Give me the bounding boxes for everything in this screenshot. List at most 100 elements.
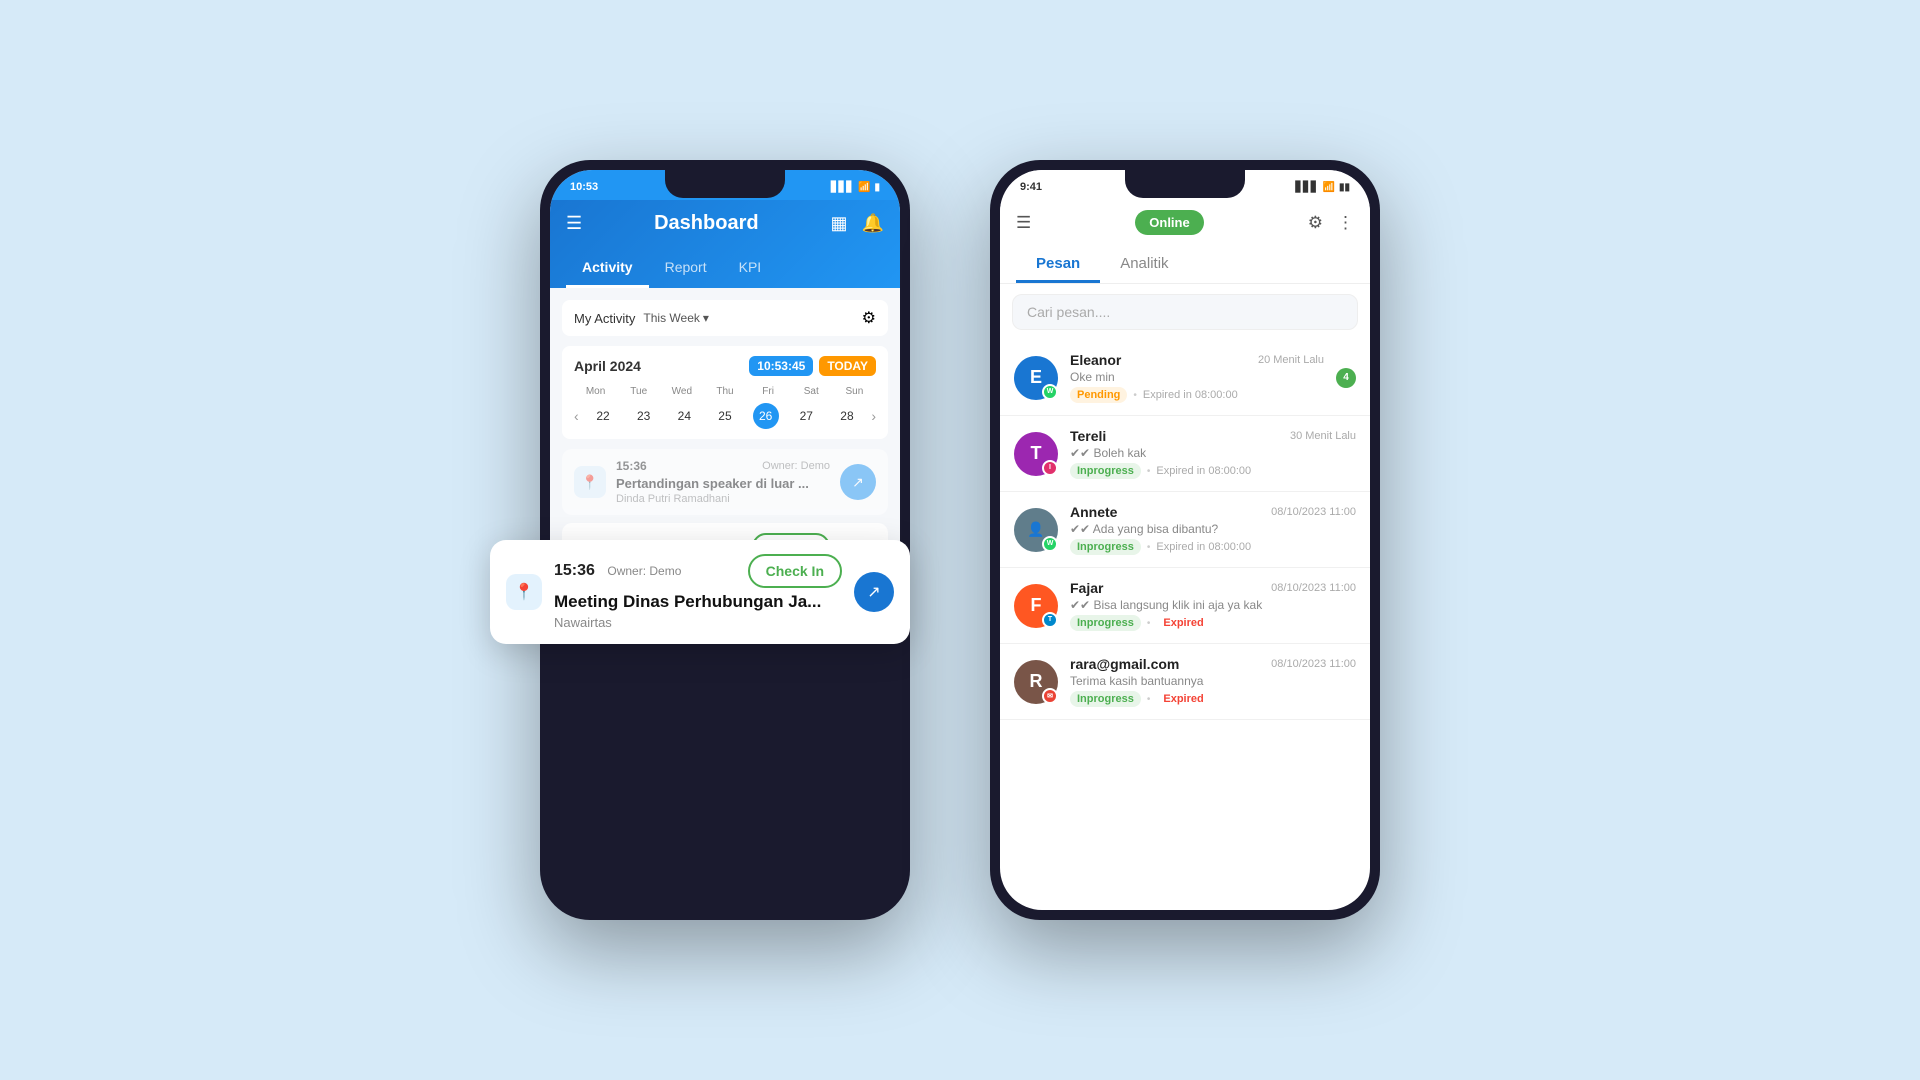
msg-header-tereli: Tereli 30 Menit Lalu: [1070, 428, 1356, 444]
msg-time-fajar: 08/10/2023 11:00: [1271, 582, 1356, 594]
expiry-fajar: Expired: [1156, 615, 1210, 631]
right-header-icons: ⚙ ⋮: [1308, 213, 1354, 233]
msg-name-fajar: Fajar: [1070, 580, 1103, 596]
message-item-tereli[interactable]: T I Tereli 30 Menit Lalu ✔✔ Boleh kak In…: [1000, 416, 1370, 492]
activity-person-1: Dinda Putri Ramadhani: [616, 493, 830, 505]
msg-name-annete: Annete: [1070, 504, 1117, 520]
calendar-section: April 2024 10:53:45 TODAY Mon Tue Wed Th…: [562, 346, 888, 439]
filter-left: My Activity This Week ▾: [574, 311, 709, 326]
search-bar[interactable]: Cari pesan....: [1012, 294, 1358, 330]
more-icon-right[interactable]: ⋮: [1337, 213, 1354, 233]
message-item-annete[interactable]: 👤 W Annete 08/10/2023 11:00 ✔✔ Ada yang …: [1000, 492, 1370, 568]
status-icons-right: ▋▋▋ 📶 ▮▮: [1295, 182, 1350, 193]
msg-content-tereli: Tereli 30 Menit Lalu ✔✔ Boleh kak Inprog…: [1070, 428, 1356, 479]
message-item-rara[interactable]: R ✉ rara@gmail.com 08/10/2023 11:00 Teri…: [1000, 644, 1370, 720]
msg-time-eleanor: 20 Menit Lalu: [1258, 354, 1324, 366]
msg-status-row-rara: Inprogress • Expired: [1070, 691, 1356, 707]
right-header: ☰ Online ⚙ ⋮ Pesan Analitik: [1000, 200, 1370, 284]
right-header-top: ☰ Online ⚙ ⋮: [1016, 210, 1354, 235]
whatsapp-indicator-annete: W: [1042, 536, 1058, 552]
activity-card-1: 📍 15:36 Owner: Demo Pertandingan speaker…: [562, 449, 888, 515]
filter-dropdown[interactable]: This Week ▾: [643, 311, 709, 325]
msg-content-eleanor: Eleanor 20 Menit Lalu Oke min Pending • …: [1070, 352, 1324, 403]
msg-status-row-fajar: Inprogress • Expired: [1070, 615, 1356, 631]
msg-name-rara: rara@gmail.com: [1070, 656, 1179, 672]
filter-label: My Activity: [574, 311, 635, 326]
email-indicator-rara: ✉: [1042, 688, 1058, 704]
status-badge-fajar: Inprogress: [1070, 615, 1141, 631]
date-25[interactable]: 25: [712, 403, 738, 429]
status-icons-left: ▋▋▋ 📶 ▮: [831, 182, 880, 193]
battery-left: ▮: [874, 182, 880, 193]
popup-checkin-button[interactable]: Check In: [748, 554, 842, 588]
expiry-tereli: Expired in 08:00:00: [1156, 465, 1251, 477]
menu-icon-right[interactable]: ☰: [1016, 213, 1031, 233]
activity-icon-1: 📍: [574, 466, 606, 498]
tab-activity[interactable]: Activity: [566, 249, 649, 288]
unread-badge-eleanor: 4: [1336, 368, 1356, 388]
msg-preview-rara: Terima kasih bantuannya: [1070, 674, 1356, 688]
wifi-left: 📶: [858, 182, 870, 193]
cal-prev-arrow[interactable]: ‹: [574, 408, 579, 424]
date-26[interactable]: 26: [753, 403, 779, 429]
menu-icon-left[interactable]: ☰: [566, 213, 582, 234]
tab-report[interactable]: Report: [649, 249, 723, 288]
message-item-fajar[interactable]: F T Fajar 08/10/2023 11:00 ✔✔ Bisa langs…: [1000, 568, 1370, 644]
activity-owner-1: Owner: Demo: [762, 460, 830, 472]
cal-next-arrow[interactable]: ›: [871, 408, 876, 424]
grid-icon-left[interactable]: ▦: [831, 213, 848, 234]
header-top-left: ☰ Dashboard ▦ 🔔: [566, 212, 884, 235]
msg-header-annete: Annete 08/10/2023 11:00: [1070, 504, 1356, 520]
status-badge-eleanor: Pending: [1070, 387, 1127, 403]
msg-time-annete: 08/10/2023 11:00: [1271, 506, 1356, 518]
activity-time-row-1: 15:36 Owner: Demo: [616, 459, 830, 473]
popup-info: 15:36 Owner: Demo Check In Meeting Dinas…: [554, 554, 842, 630]
right-phone: 9:41 ▋▋▋ 📶 ▮▮ ☰ Online ⚙ ⋮: [990, 160, 1380, 920]
time-right: 9:41: [1020, 181, 1042, 193]
tab-kpi[interactable]: KPI: [723, 249, 778, 288]
battery-right: ▮▮: [1339, 182, 1350, 193]
signal-left: ▋▋▋: [831, 182, 854, 193]
filter-settings-icon[interactable]: ⚙: [862, 308, 876, 328]
date-27[interactable]: 27: [793, 403, 819, 429]
popup-location-icon: 📍: [506, 574, 542, 610]
msg-header-rara: rara@gmail.com 08/10/2023 11:00: [1070, 656, 1356, 672]
bell-icon-left[interactable]: 🔔: [862, 213, 884, 234]
activity-info-1: 15:36 Owner: Demo Pertandingan speaker d…: [616, 459, 830, 505]
tab-analitik[interactable]: Analitik: [1100, 247, 1188, 283]
message-item-eleanor[interactable]: E W Eleanor 20 Menit Lalu Oke min Pendin…: [1000, 340, 1370, 416]
filter-icon-right[interactable]: ⚙: [1308, 213, 1323, 233]
calendar-days-header: Mon Tue Wed Thu Fri Sat Sun: [574, 384, 876, 399]
status-badge-rara: Inprogress: [1070, 691, 1141, 707]
msg-time-rara: 08/10/2023 11:00: [1271, 658, 1356, 670]
date-24[interactable]: 24: [671, 403, 697, 429]
calendar-dates: 22 23 24 25 26 27 28: [583, 403, 868, 429]
day-tue: Tue: [617, 384, 660, 399]
popup-title: Meeting Dinas Perhubungan Ja...: [554, 592, 842, 612]
left-tabs: Activity Report KPI: [566, 249, 884, 288]
left-phone: 10:53 ▋▋▋ 📶 ▮ ☰ Dashboard ▦ 🔔: [540, 160, 910, 920]
header-actions-left: ▦ 🔔: [831, 213, 884, 234]
day-wed: Wed: [660, 384, 703, 399]
message-list: E W Eleanor 20 Menit Lalu Oke min Pendin…: [1000, 340, 1370, 910]
msg-content-rara: rara@gmail.com 08/10/2023 11:00 Terima k…: [1070, 656, 1356, 707]
msg-preview-annete: ✔✔ Ada yang bisa dibantu?: [1070, 522, 1356, 536]
action-btn-1[interactable]: ↗: [840, 464, 876, 500]
wifi-right: 📶: [1323, 182, 1335, 193]
tab-pesan[interactable]: Pesan: [1016, 247, 1100, 283]
popup-card: 📍 15:36 Owner: Demo Check In Meeting Din…: [490, 540, 910, 644]
popup-action-button[interactable]: ↗: [854, 572, 894, 612]
right-tabs: Pesan Analitik: [1016, 247, 1354, 283]
telegram-indicator-fajar: T: [1042, 612, 1058, 628]
expiry-eleanor: Expired in 08:00:00: [1143, 389, 1238, 401]
expiry-rara: Expired: [1156, 691, 1210, 707]
date-28[interactable]: 28: [834, 403, 860, 429]
date-22[interactable]: 22: [590, 403, 616, 429]
day-mon: Mon: [574, 384, 617, 399]
msg-preview-fajar: ✔✔ Bisa langsung klik ini aja ya kak: [1070, 598, 1356, 612]
popup-time-row: 15:36 Owner: Demo Check In: [554, 554, 842, 588]
msg-status-row-annete: Inprogress • Expired in 08:00:00: [1070, 539, 1356, 555]
search-placeholder: Cari pesan....: [1027, 304, 1110, 320]
calendar-month: April 2024: [574, 358, 641, 374]
date-23[interactable]: 23: [631, 403, 657, 429]
